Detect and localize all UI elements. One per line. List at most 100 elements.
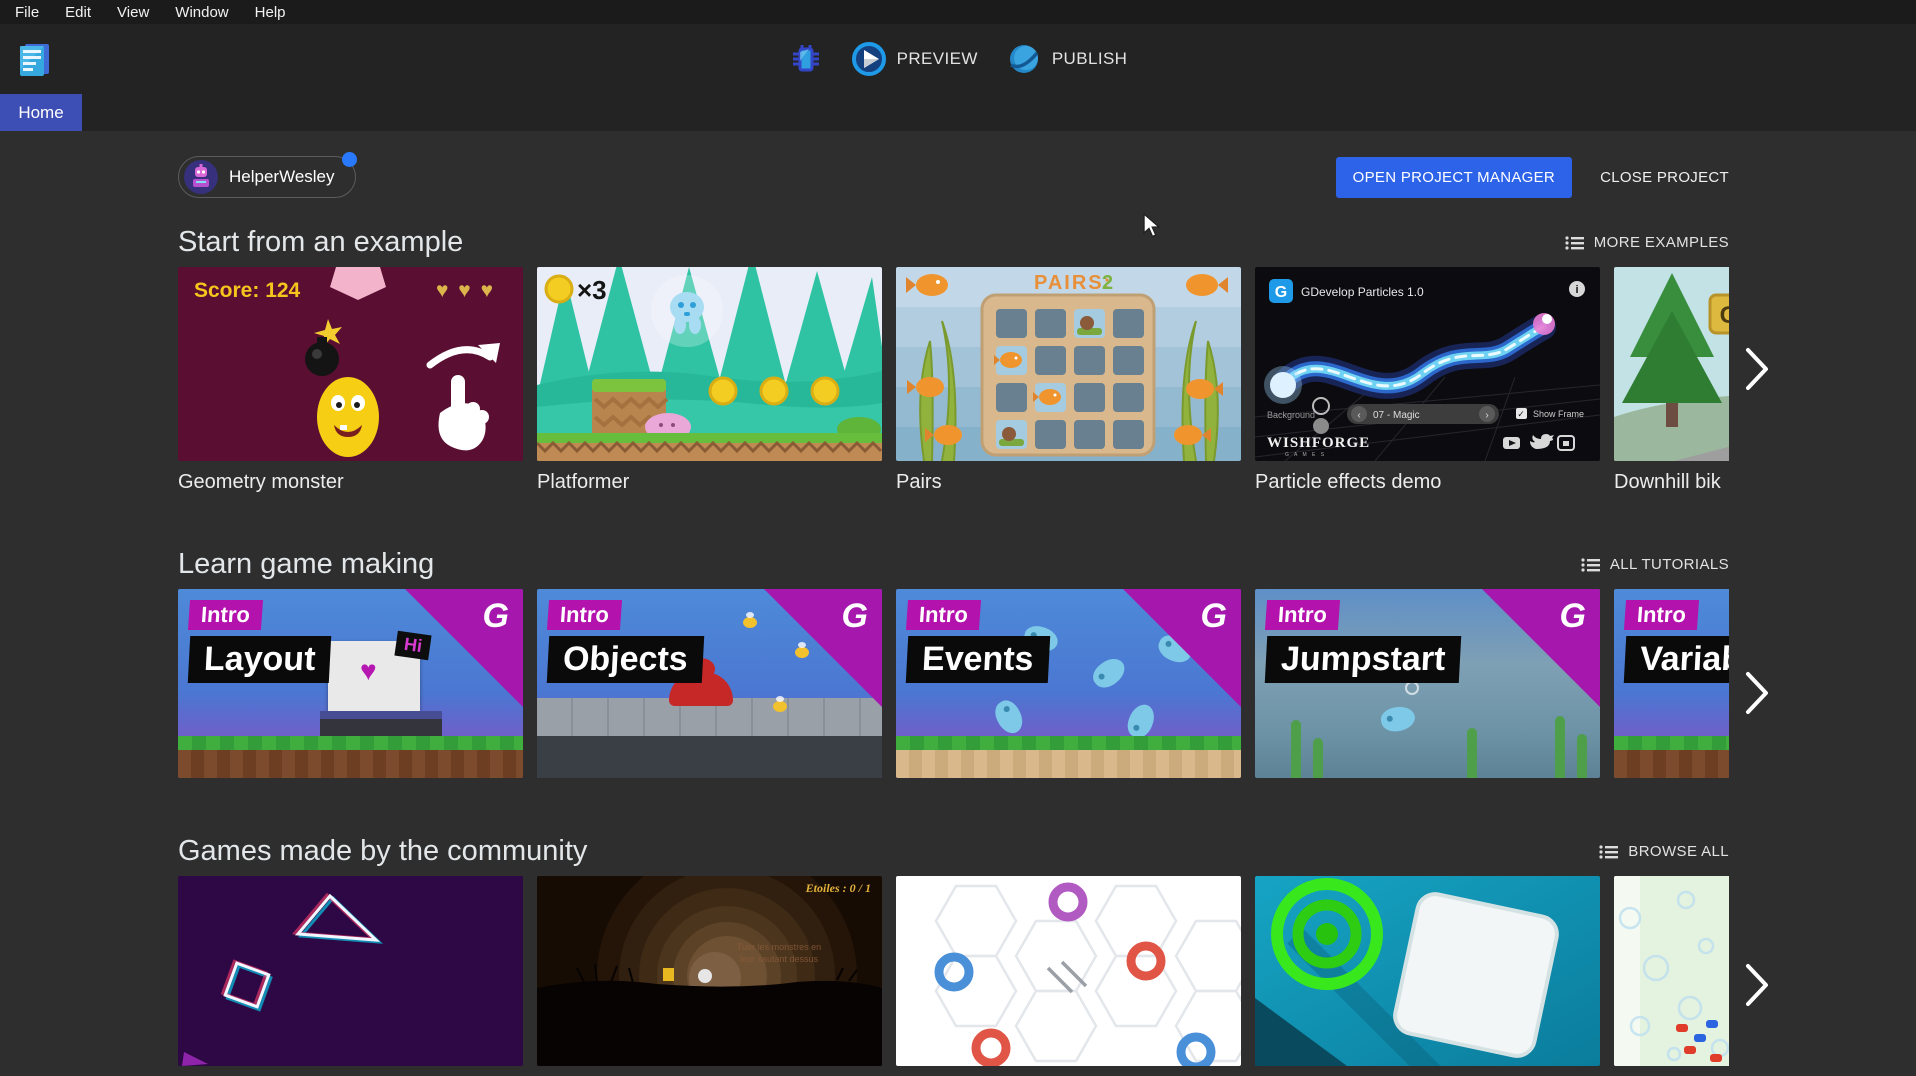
example-label: Platformer [537,471,882,494]
bubbles-thumbnail [1614,876,1729,1066]
chevron-right-icon [1744,670,1770,716]
community-section-title: Games made by the community [178,835,587,868]
open-project-manager-button[interactable]: OPEN PROJECT MANAGER [1336,157,1572,198]
user-profile-chip[interactable]: HelperWesley [178,156,356,198]
preset-name: 07 - Magic [1373,410,1420,421]
community-card-neon-shapes[interactable] [178,876,523,1066]
tutorial-card-layout[interactable]: ♥ Hi G Intro Layout [178,589,523,778]
pairs-count: 2 [1102,272,1113,294]
example-card-downhill-bike[interactable]: G Downhill bik [1614,267,1729,494]
tutorials-section-title: Learn game making [178,548,434,581]
downhill-bike-thumbnail: G [1614,267,1729,461]
list-icon [1565,235,1585,251]
preview-label: PREVIEW [897,49,978,69]
teal-rings-thumbnail [1255,876,1600,1066]
hint-line-2: leur sautant dessus [740,954,819,964]
tutorial-card-jumpstart[interactable]: G Intro Jumpstart [1255,589,1600,778]
gdevelop-logo-icon: G [483,597,509,636]
preview-button[interactable]: PREVIEW [851,41,978,77]
list-icon [1581,557,1601,573]
publish-button[interactable]: PUBLISH [1006,41,1128,77]
example-label: Particle effects demo [1255,471,1600,494]
tutorial-title: Jumpstart [1265,636,1462,683]
all-tutorials-button[interactable]: ALL TUTORIALS [1581,556,1729,573]
menu-view[interactable]: View [104,1,162,24]
show-frame-label: Show Frame [1533,409,1584,419]
community-card-hex-rings[interactable] [896,876,1241,1066]
score-text: Score: 124 [194,279,301,302]
tutorial-card-variables[interactable]: +1 G Intro Variab [1614,589,1729,778]
coin-counter: ×3 [577,275,607,305]
all-tutorials-label: ALL TUTORIALS [1610,556,1729,573]
examples-section-title: Start from an example [178,226,463,259]
community-carousel: Etoiles : 0 / 1 Tuer les monstres en leu… [178,876,1729,1066]
wishforge-sub: G A M E S [1285,452,1326,458]
debug-button[interactable] [789,42,823,76]
chevron-right-icon [1744,346,1770,392]
show-frame-check: ✓ [1517,409,1525,419]
browse-all-label: BROWSE ALL [1628,843,1729,860]
more-examples-button[interactable]: MORE EXAMPLES [1565,234,1729,251]
tutorials-carousel: ♥ Hi G Intro Layout [178,589,1729,778]
example-card-geometry-monster[interactable]: Score: 124 ♥ ♥ ♥ Ge [178,267,523,494]
tutorial-layout-thumbnail: ♥ Hi G Intro Layout [178,589,523,778]
particles-title: GDevelop Particles 1.0 [1301,285,1424,299]
play-circle-icon [851,41,887,77]
wishforge-brand: WISHFORGE [1267,435,1370,451]
tutorial-jumpstart-thumbnail: G Intro Jumpstart [1255,589,1600,778]
particles-thumbnail: G GDevelop Particles 1.0 i Background ‹ … [1255,267,1600,461]
heart-icon: ♥ [360,655,377,687]
menu-edit[interactable]: Edit [52,1,104,24]
example-card-platformer[interactable]: ×3 Platformer [537,267,882,494]
pairs-title: PAIRS: [1034,272,1112,294]
example-card-particle-effects[interactable]: G GDevelop Particles 1.0 i Background ‹ … [1255,267,1600,494]
tab-strip: Home [0,94,1916,131]
close-project-button[interactable]: CLOSE PROJECT [1600,169,1729,186]
menu-file[interactable]: File [2,1,52,24]
intro-badge: Intro [1265,600,1340,630]
tutorial-title: Events [906,636,1050,683]
menu-help[interactable]: Help [242,1,299,24]
hearts-text: ♥ ♥ ♥ [436,279,495,302]
tutorials-next-button[interactable] [1744,670,1770,719]
tutorial-card-objects[interactable]: G Intro Objects [537,589,882,778]
pairs-thumbnail: PAIRS: 2 [896,267,1241,461]
gdevelop-logo-icon: G [1560,597,1586,636]
tab-home[interactable]: Home [0,94,82,131]
info-icon: i [1575,284,1578,296]
more-examples-label: MORE EXAMPLES [1594,234,1729,251]
gdevelop-window: File Edit View Window Help [0,0,1916,1076]
community-card-bubbles[interactable] [1614,876,1729,1066]
tutorial-card-events[interactable]: G Intro Events [896,589,1241,778]
gd-logo-letter: G [1275,284,1287,301]
debug-icon [789,42,823,76]
community-next-button[interactable] [1744,962,1770,1011]
community-card-sunset-platformer[interactable]: Etoiles : 0 / 1 Tuer les monstres en leu… [537,876,882,1066]
intro-badge: Intro [1624,600,1699,630]
robot-avatar-icon [188,164,214,190]
example-label: Downhill bik [1614,471,1729,494]
browse-all-button[interactable]: BROWSE ALL [1599,843,1729,860]
gdevelop-logo-icon: G [842,597,868,636]
community-card-teal-rings[interactable] [1255,876,1600,1066]
tutorial-title: Variab [1624,636,1729,683]
main-toolbar: PREVIEW PUBLISH [0,24,1916,94]
publish-label: PUBLISH [1052,49,1128,69]
publish-globe-icon [1006,41,1042,77]
geometry-monster-thumbnail: Score: 124 ♥ ♥ ♥ [178,267,523,461]
home-header-row: HelperWesley OPEN PROJECT MANAGER CLOSE … [178,155,1729,199]
hint-line-1: Tuer les monstres en [737,942,821,952]
tutorial-title: Layout [188,636,332,683]
menu-bar: File Edit View Window Help [0,0,1916,24]
notification-dot [342,152,357,167]
intro-badge: Intro [547,600,622,630]
example-card-pairs[interactable]: PAIRS: 2 Pairs [896,267,1241,494]
avatar [184,160,218,194]
preset-prev: ‹ [1357,410,1360,421]
tutorial-variables-thumbnail: +1 G Intro Variab [1614,589,1729,778]
examples-next-button[interactable] [1744,346,1770,395]
menu-window[interactable]: Window [162,1,241,24]
etoiles-counter: Etoiles : 0 / 1 [805,881,871,895]
sunset-thumbnail: Etoiles : 0 / 1 Tuer les monstres en leu… [537,876,882,1066]
intro-badge: Intro [906,600,981,630]
